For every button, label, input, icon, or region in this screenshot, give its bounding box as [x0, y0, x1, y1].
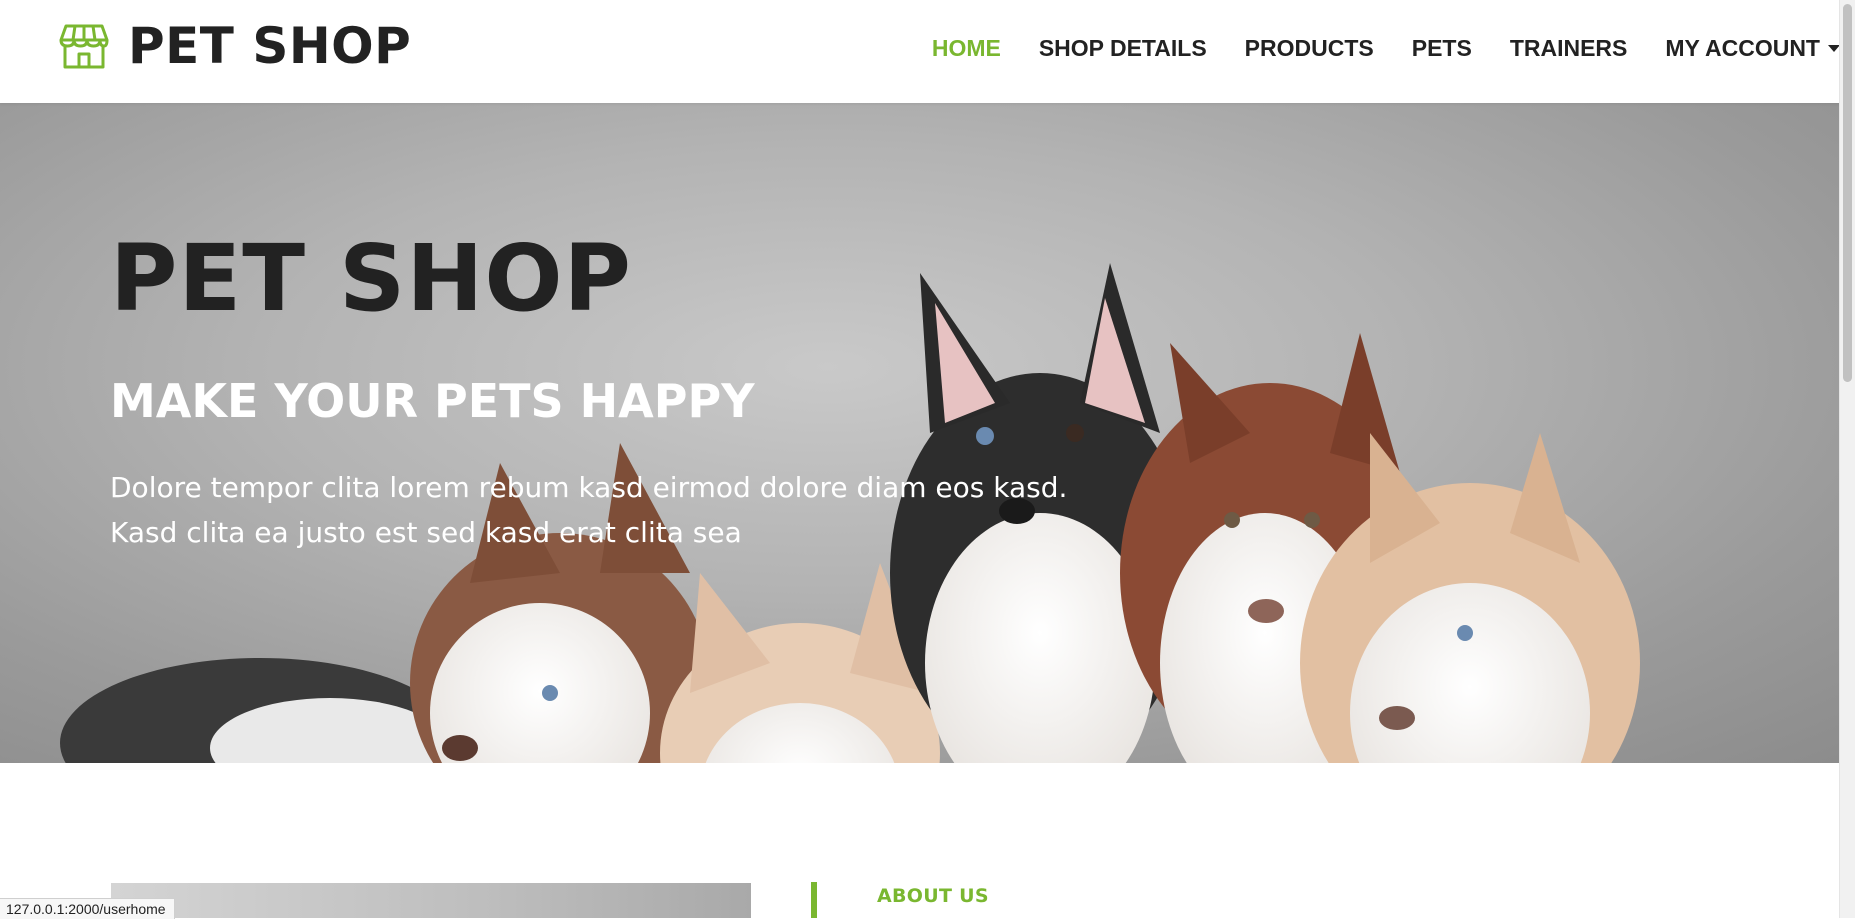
nav-trainers[interactable]: TRAINERS	[1510, 35, 1628, 62]
nav-home[interactable]: HOME	[932, 35, 1001, 62]
hero-subtitle: MAKE YOUR PETS HAPPY	[110, 374, 755, 428]
hero-banner: PET SHOP MAKE YOUR PETS HAPPY Dolore tem…	[0, 103, 1840, 763]
top-navbar: PET SHOP HOME SHOP DETAILS PRODUCTS PETS…	[0, 0, 1840, 103]
hero-title: PET SHOP	[110, 225, 632, 332]
main-nav: HOME SHOP DETAILS PRODUCTS PETS TRAINERS…	[932, 0, 1840, 96]
about-accent-bar	[811, 882, 817, 918]
page-scrollbar[interactable]	[1839, 0, 1855, 918]
hero-description: Dolore tempor clita lorem rebum kasd eir…	[110, 471, 1068, 549]
nav-pets[interactable]: PETS	[1412, 35, 1472, 62]
brand-logo-link[interactable]: PET SHOP	[58, 20, 411, 72]
browser-status-url: 127.0.0.1:2000/userhome	[0, 898, 175, 919]
scrollbar-thumb[interactable]	[1843, 4, 1852, 382]
shop-icon	[59, 24, 109, 69]
nav-my-account-dropdown[interactable]: MY ACCOUNT	[1665, 35, 1840, 62]
about-section-label: ABOUT US	[877, 885, 989, 907]
hero-puppies-image	[60, 263, 1640, 763]
about-image	[111, 883, 751, 918]
nav-my-account-label: MY ACCOUNT	[1665, 34, 1820, 61]
nav-shop-details[interactable]: SHOP DETAILS	[1039, 35, 1207, 62]
brand-name: PET SHOP	[128, 17, 412, 75]
nav-products[interactable]: PRODUCTS	[1245, 35, 1374, 62]
